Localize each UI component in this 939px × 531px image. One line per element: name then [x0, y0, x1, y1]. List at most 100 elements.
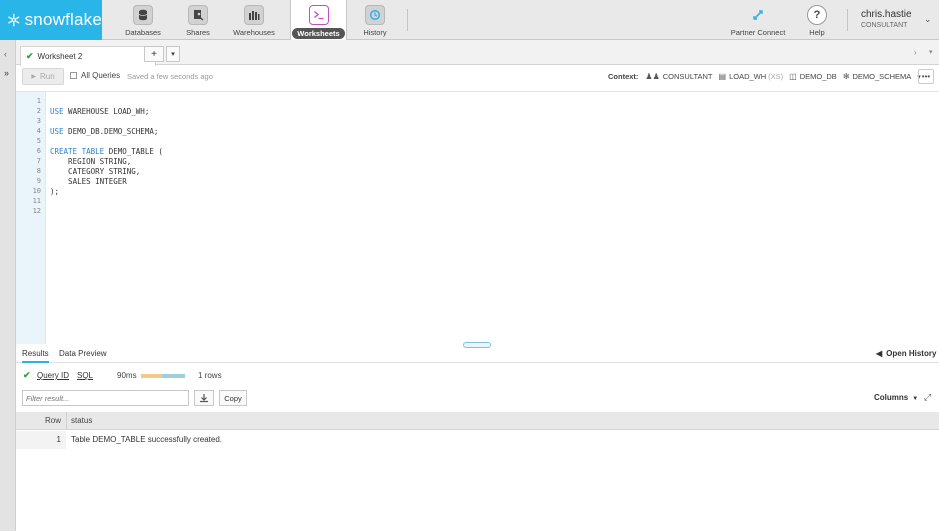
worksheet-main: ✔ Worksheet 2 + ▾ › ▾ ▶ Run All Queries …: [16, 40, 939, 531]
database-icon: ◫: [789, 72, 797, 81]
download-icon: [200, 394, 208, 403]
context-selector: Context: ♟♟ CONSULTANT ▤ LOAD_WH (XS) ◫ …: [608, 72, 927, 81]
help-icon: ?: [807, 5, 827, 25]
copy-button[interactable]: Copy: [219, 390, 247, 406]
all-queries-checkbox[interactable]: All Queries: [70, 71, 120, 80]
saved-status: Saved a few seconds ago: [127, 72, 213, 81]
arrow-left-icon: ◀: [876, 349, 883, 358]
line-number: 1: [36, 97, 41, 105]
header-status[interactable]: status: [71, 416, 92, 425]
context-database[interactable]: ◫ DEMO_DB: [789, 72, 837, 81]
chevron-down-icon: ▼: [912, 396, 919, 402]
code-text: );: [50, 187, 60, 196]
share-icon: [188, 5, 208, 25]
code-line: REGION STRING,: [50, 157, 131, 166]
query-duration: 90ms: [117, 371, 137, 380]
partner-connect-icon: [748, 5, 768, 25]
nav-tab-label: History: [363, 28, 387, 37]
line-number: 6: [36, 147, 41, 155]
worksheet-tab[interactable]: ✔ Worksheet 2: [20, 46, 156, 66]
code-line: );: [50, 187, 59, 196]
sql-keyword: CREATE TABLE: [50, 147, 105, 156]
top-navigation-bar: snowflake Databases Shares Warehouses Wo…: [0, 0, 939, 41]
context-warehouse-value: LOAD_WH: [729, 72, 767, 81]
worksheet-tab-label: Worksheet 2: [37, 52, 83, 61]
nav-tab-shares[interactable]: Shares: [176, 0, 220, 40]
results-table-header: Row status: [16, 412, 939, 430]
results-tabs: Results Data Preview ◀ Open History: [16, 345, 939, 363]
context-schema[interactable]: ✻ DEMO_SCHEMA ▾: [843, 72, 921, 81]
user-role: CONSULTANT: [861, 22, 908, 29]
terminal-icon: [308, 5, 329, 25]
results-filter-row: Copy Columns▼ ⤢: [16, 389, 939, 409]
code-text: DEMO_DB.DEMO_SCHEMA;: [63, 127, 159, 136]
nav-tab-worksheets[interactable]: Worksheets: [290, 0, 347, 41]
nav-partner-connect[interactable]: Partner Connect: [728, 0, 788, 40]
open-history-button[interactable]: ◀ Open History: [876, 349, 936, 358]
code-text: WAREHOUSE LOAD_WH;: [63, 107, 150, 116]
nav-tab-databases[interactable]: Databases: [120, 0, 166, 40]
line-number: 12: [32, 207, 41, 215]
columns-dropdown[interactable]: Columns ▼: [874, 393, 918, 402]
play-icon: ▶: [31, 74, 36, 80]
code-line: SALES INTEGER: [50, 177, 127, 186]
line-number: 3: [36, 117, 41, 125]
filter-result-input[interactable]: [22, 390, 189, 406]
nav-tab-label: Shares: [186, 28, 210, 37]
line-number: 7: [36, 157, 41, 165]
code-text: DEMO_TABLE (: [104, 147, 163, 156]
context-role[interactable]: ♟♟ CONSULTANT: [645, 72, 712, 81]
expand-sidebar-icon[interactable]: »: [4, 68, 9, 78]
snowflake-logo[interactable]: snowflake: [0, 0, 102, 40]
history-icon: [365, 5, 385, 25]
tab-data-preview[interactable]: Data Preview: [59, 349, 107, 358]
nav-tab-history[interactable]: History: [356, 0, 394, 40]
query-info: ✔ Query ID SQL 90ms 1 rows: [16, 369, 939, 385]
users-icon: ♟♟: [645, 72, 660, 81]
download-button[interactable]: [194, 390, 214, 406]
context-warehouse[interactable]: ▤ LOAD_WH (XS): [719, 72, 784, 81]
chevron-down-icon[interactable]: ⌄: [924, 14, 932, 25]
context-database-value: DEMO_DB: [799, 72, 837, 81]
code-text: CATEGORY STRING,: [50, 167, 141, 176]
add-worksheet-button[interactable]: +: [144, 46, 164, 62]
status-cell[interactable]: Table DEMO_TABLE successfully created.: [71, 435, 222, 444]
row-number-cell: 1: [16, 431, 66, 449]
chevron-left-icon[interactable]: ‹: [4, 49, 7, 59]
more-options-button[interactable]: •••: [918, 69, 934, 84]
sql-editor[interactable]: 1 2 3 4 5 6 7 8 9 10 11 12 USE WAREHOUSE…: [16, 91, 939, 348]
sql-keyword: USE: [50, 127, 64, 136]
code-text: SALES INTEGER: [50, 177, 127, 186]
code-text: REGION STRING,: [50, 157, 132, 166]
brand-name: snowflake: [24, 10, 102, 29]
duration-bar: [141, 374, 185, 378]
warehouse-icon: ▤: [718, 72, 727, 81]
chevron-right-icon[interactable]: ›: [914, 48, 917, 57]
worksheet-tabstrip: ✔ Worksheet 2 + ▾ › ▾: [16, 40, 939, 66]
run-button[interactable]: ▶ Run: [22, 68, 64, 85]
schema-icon: ✻: [842, 72, 850, 81]
table-row: 1 Table DEMO_TABLE successfully created.: [16, 431, 939, 449]
context-label: Context:: [608, 72, 639, 81]
nav-help[interactable]: ? Help: [804, 0, 830, 40]
line-number: 9: [36, 177, 41, 185]
context-warehouse-size: (XS): [768, 72, 784, 81]
query-id-link[interactable]: Query ID: [37, 371, 69, 380]
user-name: chris.hastie: [861, 9, 912, 20]
line-number: 11: [32, 197, 41, 205]
header-row: Row: [45, 416, 62, 425]
duration-bar-fill: [141, 374, 163, 378]
worksheet-dropdown-button[interactable]: ▾: [166, 46, 180, 62]
warehouse-icon: [244, 5, 264, 25]
tab-results[interactable]: Results: [22, 349, 49, 363]
nav-tab-warehouses[interactable]: Warehouses: [228, 0, 280, 40]
code-line: USE WAREHOUSE LOAD_WH;: [50, 107, 149, 116]
row-count: 1 rows: [198, 371, 222, 380]
user-menu[interactable]: chris.hastie CONSULTANT: [861, 9, 912, 29]
expand-icon[interactable]: ⤢: [924, 392, 931, 403]
check-icon: ✔: [23, 370, 31, 380]
tabs-dropdown-icon[interactable]: ▾: [929, 48, 933, 56]
sql-link[interactable]: SQL: [77, 371, 93, 380]
code-line: USE DEMO_DB.DEMO_SCHEMA;: [50, 127, 158, 136]
all-queries-label: All Queries: [81, 71, 121, 80]
